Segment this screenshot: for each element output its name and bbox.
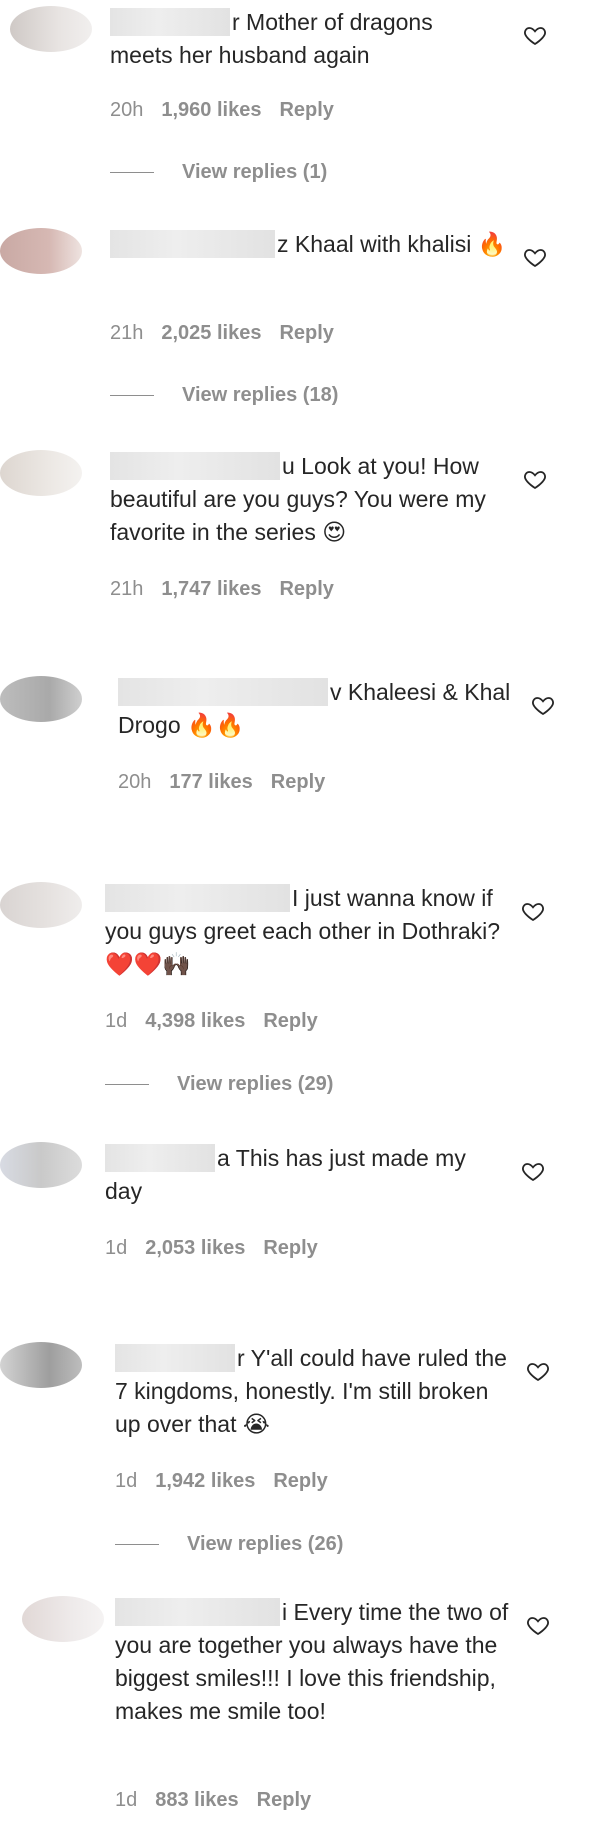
comment-time: 20h bbox=[118, 771, 152, 793]
blurred-username[interactable] bbox=[118, 678, 328, 706]
comment-text: r Y'all could have ruled the 7 kingdoms,… bbox=[115, 1344, 507, 1437]
blurred-username[interactable] bbox=[115, 1598, 280, 1626]
reply-button[interactable]: Reply bbox=[263, 1010, 317, 1032]
avatar[interactable] bbox=[0, 1342, 82, 1388]
comment-meta: 1d 2,053 likes Reply bbox=[105, 1236, 336, 1260]
comment-text: z Khaal with khalisi 🔥 bbox=[110, 228, 510, 261]
view-replies-button[interactable]: View replies (26) bbox=[115, 1532, 343, 1556]
comment-text: r Mother of dragons meets her husband ag… bbox=[110, 8, 433, 68]
likes-count[interactable]: 4,398 likes bbox=[145, 1010, 245, 1032]
divider-line bbox=[115, 1544, 159, 1546]
divider-line bbox=[110, 395, 154, 397]
likes-count[interactable]: 883 likes bbox=[155, 1789, 238, 1811]
like-heart-icon[interactable] bbox=[523, 245, 547, 269]
reply-button[interactable]: Reply bbox=[273, 1470, 327, 1492]
avatar[interactable] bbox=[0, 882, 82, 928]
comment-text: v Khaleesi & Khal Drogo 🔥🔥 bbox=[118, 678, 511, 738]
blurred-username[interactable] bbox=[105, 1144, 215, 1172]
likes-count[interactable]: 1,960 likes bbox=[161, 99, 261, 121]
likes-count[interactable]: 1,747 likes bbox=[161, 578, 261, 600]
reply-button[interactable]: Reply bbox=[263, 1237, 317, 1259]
avatar[interactable] bbox=[0, 1142, 82, 1188]
like-heart-icon[interactable] bbox=[531, 693, 555, 717]
blurred-username[interactable] bbox=[115, 1344, 235, 1372]
comment-text: I just wanna know if you guys greet each… bbox=[105, 884, 501, 977]
likes-count[interactable]: 2,053 likes bbox=[145, 1237, 245, 1259]
comment-time: 1d bbox=[115, 1789, 138, 1811]
blurred-username[interactable] bbox=[110, 8, 230, 36]
view-replies-button[interactable]: View replies (1) bbox=[110, 160, 327, 184]
reply-button[interactable]: Reply bbox=[279, 322, 333, 344]
like-heart-icon[interactable] bbox=[526, 1359, 550, 1383]
comment-meta: 1d 4,398 likes Reply bbox=[105, 1009, 336, 1033]
like-heart-icon[interactable] bbox=[523, 23, 547, 47]
reply-button[interactable]: Reply bbox=[279, 578, 333, 600]
comment-time: 1d bbox=[105, 1237, 128, 1259]
comment-meta: 1d 883 likes Reply bbox=[115, 1788, 329, 1812]
avatar[interactable] bbox=[0, 228, 82, 274]
avatar[interactable] bbox=[0, 450, 82, 496]
likes-count[interactable]: 1,942 likes bbox=[155, 1470, 255, 1492]
blurred-username[interactable] bbox=[105, 884, 290, 912]
comment-meta: 20h 177 likes Reply bbox=[118, 770, 343, 794]
comment-meta: 1d 1,942 likes Reply bbox=[115, 1469, 346, 1493]
comment-meta: 21h 2,025 likes Reply bbox=[110, 321, 352, 345]
avatar[interactable] bbox=[0, 676, 82, 722]
like-heart-icon[interactable] bbox=[526, 1613, 550, 1637]
view-replies-button[interactable]: View replies (18) bbox=[110, 383, 338, 407]
comment-meta: 21h 1,747 likes Reply bbox=[110, 577, 352, 601]
comment-time: 1d bbox=[105, 1010, 128, 1032]
reply-button[interactable]: Reply bbox=[257, 1789, 311, 1811]
like-heart-icon[interactable] bbox=[521, 1159, 545, 1183]
blurred-username[interactable] bbox=[110, 230, 275, 258]
divider-line bbox=[110, 172, 154, 174]
comment-text: u Look at you! How beautiful are you guy… bbox=[110, 452, 486, 545]
reply-button[interactable]: Reply bbox=[279, 99, 333, 121]
like-heart-icon[interactable] bbox=[523, 467, 547, 491]
comment-meta: 20h 1,960 likes Reply bbox=[110, 98, 352, 122]
view-replies-button[interactable]: View replies (29) bbox=[105, 1072, 333, 1096]
comment-time: 20h bbox=[110, 99, 144, 121]
reply-button[interactable]: Reply bbox=[271, 771, 325, 793]
avatar[interactable] bbox=[10, 6, 92, 52]
likes-count[interactable]: 2,025 likes bbox=[161, 322, 261, 344]
comment-text: i Every time the two of you are together… bbox=[115, 1598, 509, 1724]
blurred-username[interactable] bbox=[110, 452, 280, 480]
likes-count[interactable]: 177 likes bbox=[169, 771, 252, 793]
comment-time: 1d bbox=[115, 1470, 138, 1492]
divider-line bbox=[105, 1084, 149, 1086]
avatar[interactable] bbox=[22, 1596, 104, 1642]
like-heart-icon[interactable] bbox=[521, 899, 545, 923]
comment-time: 21h bbox=[110, 578, 144, 600]
comment-time: 21h bbox=[110, 322, 144, 344]
comment-text: a This has just made my day bbox=[105, 1144, 466, 1204]
